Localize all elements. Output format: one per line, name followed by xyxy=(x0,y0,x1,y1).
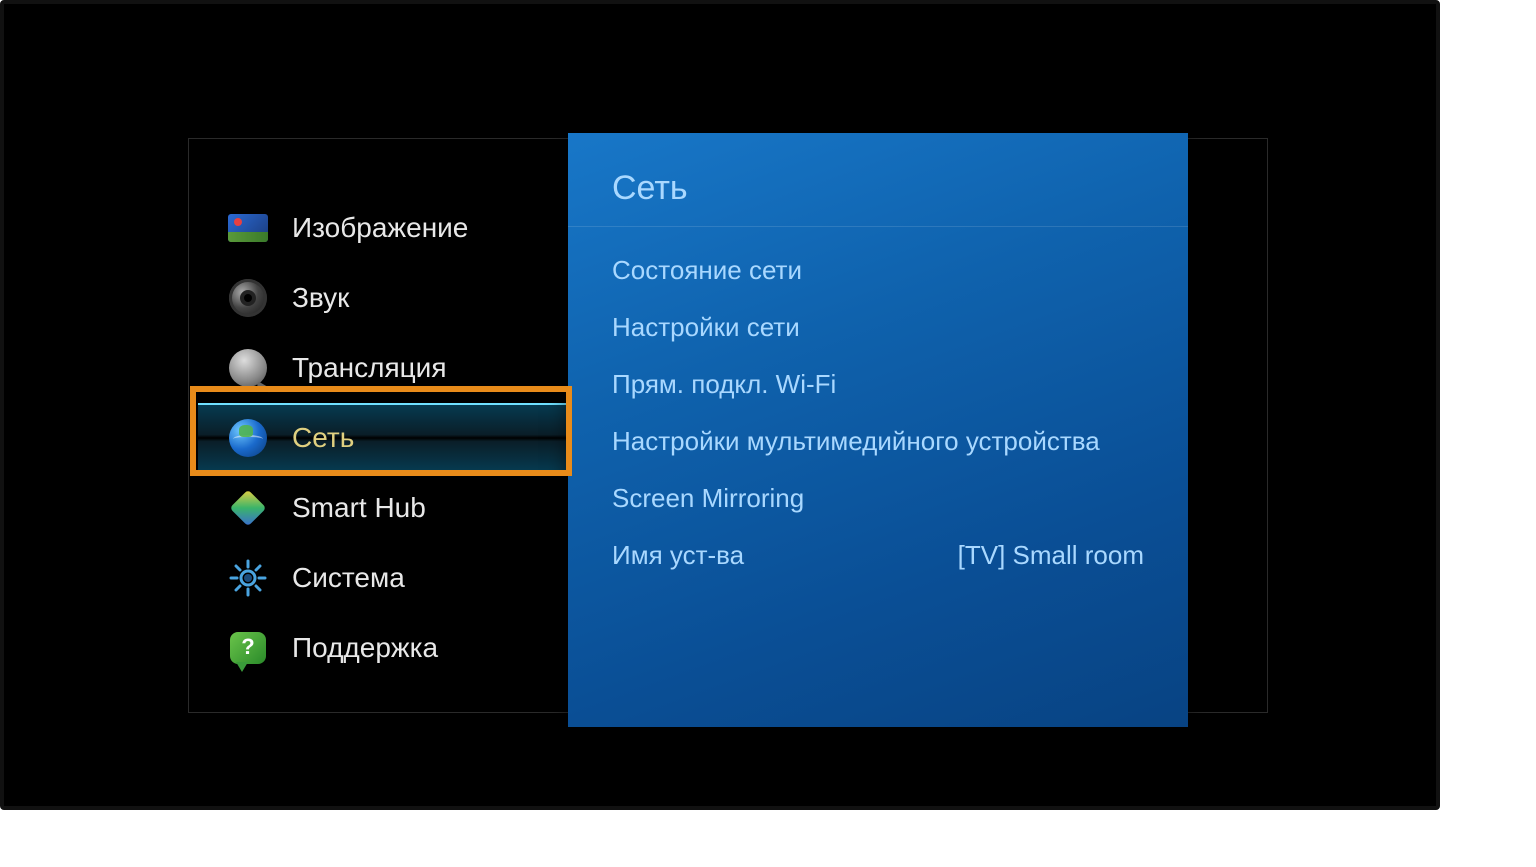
detail-item-label: Состояние сети xyxy=(612,255,802,286)
sidebar-item-network[interactable]: Сеть xyxy=(198,403,568,473)
system-icon xyxy=(228,558,268,598)
detail-panel-title: Сеть xyxy=(568,133,1188,208)
sidebar-item-smarthub[interactable]: Smart Hub xyxy=(198,473,568,543)
detail-item-value: [TV] Small room xyxy=(958,540,1144,571)
detail-item-label: Настройки сети xyxy=(612,312,800,343)
picture-icon xyxy=(228,208,268,248)
sidebar-item-broadcast[interactable]: Трансляция xyxy=(198,333,568,403)
detail-item-wifi-direct[interactable]: Прям. подкл. Wi-Fi xyxy=(612,369,1144,400)
support-icon xyxy=(228,628,268,668)
sidebar-item-label: Система xyxy=(292,562,405,594)
detail-item-network-settings[interactable]: Настройки сети xyxy=(612,312,1144,343)
sidebar-item-label: Звук xyxy=(292,282,349,314)
detail-panel-network: Сеть Состояние сети Настройки сети Прям.… xyxy=(568,133,1188,727)
sidebar-item-system[interactable]: Система xyxy=(198,543,568,613)
detail-list: Состояние сети Настройки сети Прям. подк… xyxy=(568,227,1188,571)
sidebar-item-label: Smart Hub xyxy=(292,492,426,524)
tv-frame: Изображение Звук Трансляция Сеть Smart H… xyxy=(0,0,1440,810)
sound-icon xyxy=(228,278,268,318)
sidebar-item-sound[interactable]: Звук xyxy=(198,263,568,333)
smarthub-icon xyxy=(228,488,268,528)
detail-item-multimedia-device[interactable]: Настройки мультимедийного устройства xyxy=(612,426,1144,457)
detail-item-label: Screen Mirroring xyxy=(612,483,804,514)
detail-item-label: Имя уст-ва xyxy=(612,540,744,571)
sidebar-item-picture[interactable]: Изображение xyxy=(198,193,568,263)
sidebar-item-label: Изображение xyxy=(292,212,468,244)
detail-item-network-status[interactable]: Состояние сети xyxy=(612,255,1144,286)
settings-sidebar: Изображение Звук Трансляция Сеть Smart H… xyxy=(198,193,568,683)
sidebar-item-label: Поддержка xyxy=(292,632,438,664)
tv-screen: Изображение Звук Трансляция Сеть Smart H… xyxy=(28,28,1412,782)
detail-item-screen-mirroring[interactable]: Screen Mirroring xyxy=(612,483,1144,514)
broadcast-icon xyxy=(228,348,268,388)
sidebar-item-label: Сеть xyxy=(292,422,354,454)
detail-item-device-name[interactable]: Имя уст-ва [TV] Small room xyxy=(612,540,1144,571)
detail-item-label: Прям. подкл. Wi-Fi xyxy=(612,369,836,400)
network-icon xyxy=(228,418,268,458)
detail-item-label: Настройки мультимедийного устройства xyxy=(612,426,1100,457)
sidebar-item-label: Трансляция xyxy=(292,352,446,384)
sidebar-item-support[interactable]: Поддержка xyxy=(198,613,568,683)
